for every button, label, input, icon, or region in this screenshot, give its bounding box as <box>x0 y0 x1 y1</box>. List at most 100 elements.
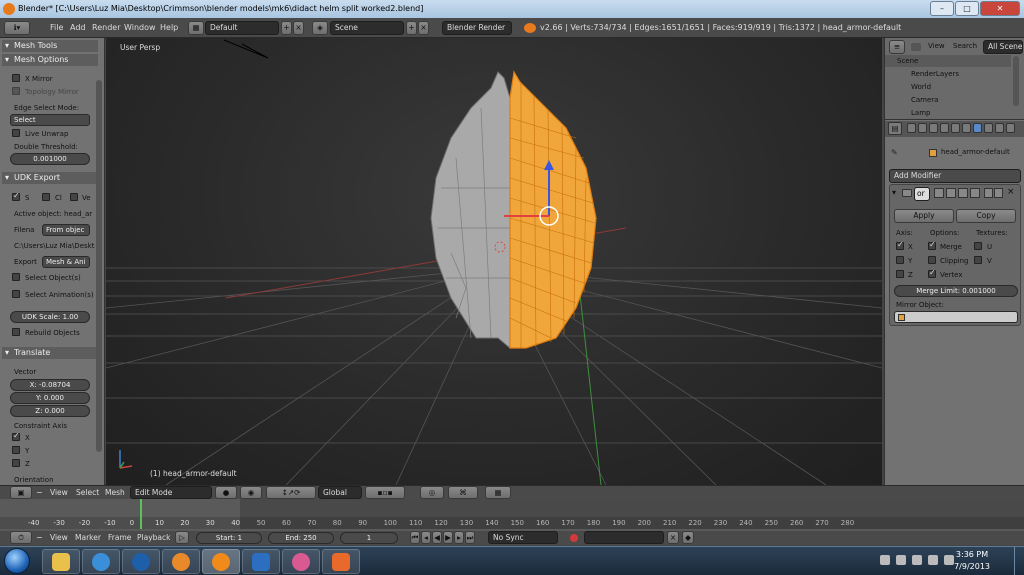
properties-editor-button[interactable]: ▤ <box>888 122 902 135</box>
outliner-view-menu[interactable]: View <box>928 42 945 50</box>
scene-icon[interactable]: ◈ <box>312 21 328 35</box>
jump-end-button[interactable]: ⏭ <box>465 531 475 544</box>
keying-set-clear-button[interactable]: × <box>667 531 679 544</box>
menu-add[interactable]: Add <box>70 23 86 32</box>
tray-volume-icon[interactable] <box>944 555 954 565</box>
render-toggle-icon[interactable] <box>934 188 944 198</box>
timeline-marker-menu[interactable]: Marker <box>75 533 101 542</box>
clipping-checkbox[interactable] <box>928 256 936 264</box>
render-preview-button[interactable]: ▦ <box>485 486 511 499</box>
vector-x-field[interactable]: X: -0.08704 <box>10 379 90 391</box>
live-unwrap-checkbox[interactable] <box>12 129 20 137</box>
mirror-object-field[interactable] <box>894 311 1018 323</box>
keying-set-field[interactable] <box>584 531 664 544</box>
select-animations-checkbox[interactable] <box>12 290 20 298</box>
mode-select[interactable]: Edit Mode <box>130 486 212 499</box>
outliner-filter-select[interactable]: All Scenes <box>983 40 1023 54</box>
play-button[interactable]: ▶ <box>443 531 453 544</box>
select-menu[interactable]: Select <box>76 488 99 497</box>
select-objects-checkbox[interactable] <box>12 273 20 281</box>
pin-icon[interactable]: ✎ <box>891 148 898 157</box>
select-mode-buttons[interactable]: ▪▫▪ <box>365 486 405 499</box>
texture-u-checkbox[interactable] <box>974 242 982 250</box>
data-tab-icon[interactable] <box>984 123 993 133</box>
constraint-y-checkbox[interactable] <box>12 446 20 454</box>
apply-button[interactable]: Apply <box>894 209 954 223</box>
outliner-row-world[interactable]: World <box>885 81 1011 93</box>
object-tab-icon[interactable] <box>951 123 960 133</box>
modifier-name-field[interactable]: or <box>914 187 930 201</box>
editor-type-button[interactable]: ℹ▾ <box>4 21 30 35</box>
cage-toggle-icon[interactable] <box>970 188 980 198</box>
timeline-editor-type-button[interactable]: ⏱ <box>10 531 32 544</box>
copy-button[interactable]: Copy <box>956 209 1016 223</box>
constraint-x-checkbox[interactable] <box>12 431 20 441</box>
timeline-collapse-icon[interactable]: − <box>36 533 43 542</box>
translate-header[interactable]: Translate <box>2 347 98 359</box>
viewport-toggle-icon[interactable] <box>946 188 956 198</box>
add-modifier-select[interactable]: Add Modifier <box>889 169 1021 183</box>
jump-keyframe-back-button[interactable]: ◂ <box>421 531 431 544</box>
export-select[interactable]: Mesh & Ani <box>42 256 90 268</box>
scene-remove-button[interactable]: × <box>418 21 429 35</box>
timeline-view-menu[interactable]: View <box>50 533 68 542</box>
menu-render[interactable]: Render <box>92 23 120 32</box>
world-tab-icon[interactable] <box>940 123 949 133</box>
taskbar-hp[interactable] <box>122 549 160 574</box>
minimize-button[interactable]: – <box>930 1 954 16</box>
x-mirror-checkbox[interactable] <box>12 74 20 82</box>
material-tab-icon[interactable] <box>995 123 1004 133</box>
udk-scale-field[interactable]: UDK Scale: 1.00 <box>10 311 90 323</box>
texture-tab-icon[interactable] <box>1006 123 1015 133</box>
vertex-groups-checkbox[interactable] <box>928 268 936 278</box>
clock[interactable]: 3:36 PM 7/9/2013 <box>954 549 990 573</box>
shading-button[interactable]: ● <box>215 486 237 499</box>
layout-icon[interactable]: ▦ <box>188 21 204 35</box>
3d-editor-type-button[interactable]: ▣ <box>10 486 32 499</box>
layout-selector[interactable]: Default <box>205 21 279 35</box>
collapse-menu-icon[interactable]: − <box>36 488 43 497</box>
3d-viewport[interactable]: User Persp (1) head_armor-default <box>106 38 882 485</box>
outliner-search-menu[interactable]: Search <box>953 42 977 50</box>
render-engine-select[interactable]: Blender Render <box>442 21 512 35</box>
editmode-toggle-icon[interactable] <box>958 188 968 198</box>
outliner-row-camera[interactable]: Camera <box>885 94 1011 106</box>
outliner-display-icon[interactable] <box>911 43 921 51</box>
play-reverse-button[interactable]: ◀ <box>432 531 442 544</box>
close-button[interactable]: ✕ <box>980 1 1020 16</box>
outliner-scrollbar[interactable] <box>1013 56 1019 106</box>
edge-select-mode-select[interactable]: Select <box>10 114 90 126</box>
taskbar-app-blue[interactable] <box>242 549 280 574</box>
pivot-button[interactable]: ◉ <box>240 486 262 499</box>
modifiers-tab-icon[interactable] <box>973 123 982 133</box>
record-icon[interactable] <box>570 534 578 542</box>
viewport-canvas[interactable] <box>106 38 882 485</box>
jump-keyframe-forward-button[interactable]: ▸ <box>454 531 464 544</box>
scene-tab-icon[interactable] <box>929 123 938 133</box>
udk-export-header[interactable]: UDK Export <box>2 172 98 184</box>
outliner-row-renderlayers[interactable]: RenderLayers <box>885 68 1011 80</box>
scene-selector[interactable]: Scene <box>330 21 404 35</box>
outliner-row-lamp[interactable]: Lamp <box>885 107 1011 119</box>
filename-select[interactable]: From objec <box>42 224 90 236</box>
start-button[interactable] <box>4 548 30 574</box>
timeline[interactable]: -40 -30 -20 -10 0 10 20 30 40 50 60 70 80 90 100 110 120… <box>0 499 1024 531</box>
mirror-axis-y-checkbox[interactable] <box>896 256 904 264</box>
udk-s-checkbox[interactable] <box>12 191 20 201</box>
render-tab-icon[interactable] <box>907 123 916 133</box>
orientation-select[interactable]: Global <box>318 486 362 499</box>
menu-window[interactable]: Window <box>124 23 156 32</box>
menu-help[interactable]: Help <box>160 23 178 32</box>
current-frame-indicator[interactable] <box>140 499 142 529</box>
constraints-tab-icon[interactable] <box>962 123 971 133</box>
double-threshold-field[interactable]: 0.001000 <box>10 153 90 165</box>
jump-start-button[interactable]: ⏮ <box>410 531 420 544</box>
mesh-options-header[interactable]: Mesh Options <box>2 54 98 66</box>
tray-app-icon[interactable] <box>896 555 906 565</box>
move-up-icon[interactable] <box>984 188 993 198</box>
manipulator-buttons[interactable]: ↕↗⟳ <box>266 486 316 499</box>
end-frame-field[interactable]: End: 250 <box>268 532 334 544</box>
taskbar-ie[interactable] <box>82 549 120 574</box>
menu-file[interactable]: File <box>50 23 63 32</box>
collapse-icon[interactable]: ▾ <box>892 188 896 197</box>
